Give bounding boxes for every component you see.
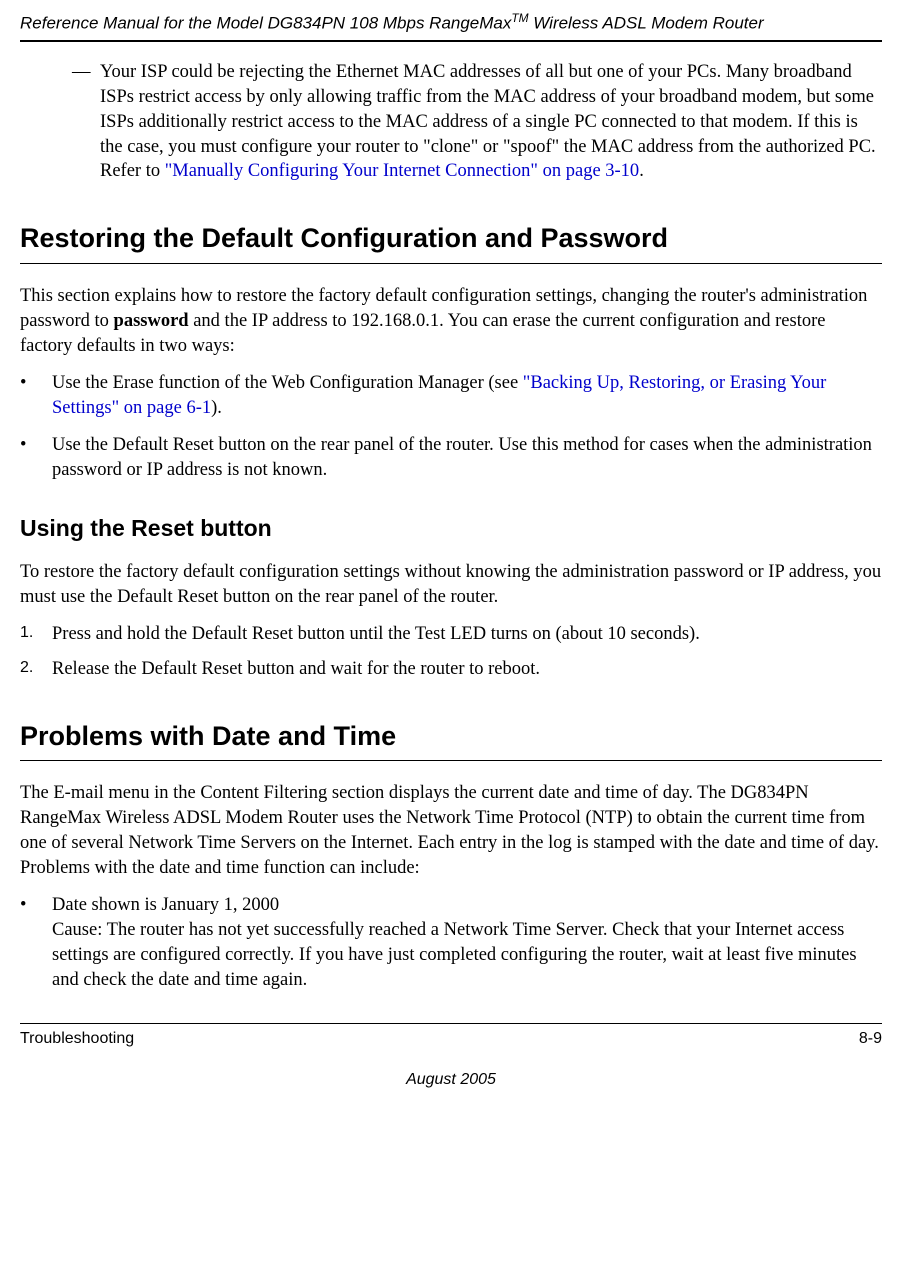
list-item: • Use the Default Reset button on the re… <box>20 433 882 483</box>
page-header-title: Reference Manual for the Model DG834PN 1… <box>20 10 882 36</box>
link-manual-config[interactable]: "Manually Configuring Your Internet Conn… <box>165 161 639 181</box>
datetime-bullet-line1: Date shown is January 1, 2000 <box>52 895 279 915</box>
list-item: • Use the Erase function of the Web Conf… <box>20 371 882 421</box>
reset-intro: To restore the factory default configura… <box>20 560 882 610</box>
datetime-bullet-line2: Cause: The router has not yet successful… <box>52 920 857 990</box>
heading-rule-datetime <box>20 760 882 761</box>
list-item: • Date shown is January 1, 2000 Cause: T… <box>20 893 882 993</box>
footer-section: Troubleshooting <box>20 1028 134 1050</box>
step-text: Release the Default Reset button and wai… <box>52 657 882 682</box>
bullet-marker: • <box>20 893 52 993</box>
dash-list-item: — Your ISP could be rejecting the Ethern… <box>72 60 882 185</box>
heading-rule-restoring <box>20 263 882 264</box>
header-tm: TM <box>511 11 528 25</box>
heading-reset: Using the Reset button <box>20 513 882 544</box>
bullet-text: Use the Default Reset button on the rear… <box>52 435 872 480</box>
page-footer: Troubleshooting 8-9 <box>20 1028 882 1050</box>
bullet-text-pre: Use the Erase function of the Web Config… <box>52 373 523 393</box>
bullet-marker: • <box>20 371 52 421</box>
heading-datetime: Problems with Date and Time <box>20 718 882 754</box>
dash-content: Your ISP could be rejecting the Ethernet… <box>100 60 882 185</box>
dash-text-post: . <box>639 161 644 181</box>
bullet-text-post: ). <box>211 398 222 418</box>
header-title-post: Wireless ADSL Modem Router <box>529 14 764 33</box>
dash-marker: — <box>72 60 100 185</box>
datetime-bullet-list: • Date shown is January 1, 2000 Cause: T… <box>20 893 882 993</box>
bullet-marker: • <box>20 433 52 483</box>
restoring-intro: This section explains how to restore the… <box>20 284 882 359</box>
restoring-intro-bold: password <box>114 311 189 331</box>
restoring-bullet-list: • Use the Erase function of the Web Conf… <box>20 371 882 483</box>
step-number: 1. <box>20 622 52 647</box>
bullet-content: Use the Erase function of the Web Config… <box>52 371 882 421</box>
reset-steps: 1. Press and hold the Default Reset butt… <box>20 622 882 682</box>
bullet-content: Date shown is January 1, 2000 Cause: The… <box>52 893 882 993</box>
heading-restoring: Restoring the Default Configuration and … <box>20 220 882 256</box>
footer-page-number: 8-9 <box>859 1028 882 1050</box>
header-title-pre: Reference Manual for the Model DG834PN 1… <box>20 14 511 33</box>
header-rule <box>20 40 882 42</box>
footer-date: August 2005 <box>20 1069 882 1091</box>
step-text: Press and hold the Default Reset button … <box>52 622 882 647</box>
step-number: 2. <box>20 657 52 682</box>
bullet-content: Use the Default Reset button on the rear… <box>52 433 882 483</box>
datetime-intro: The E-mail menu in the Content Filtering… <box>20 781 882 881</box>
footer-rule <box>20 1023 882 1024</box>
list-item: 1. Press and hold the Default Reset butt… <box>20 622 882 647</box>
list-item: 2. Release the Default Reset button and … <box>20 657 882 682</box>
